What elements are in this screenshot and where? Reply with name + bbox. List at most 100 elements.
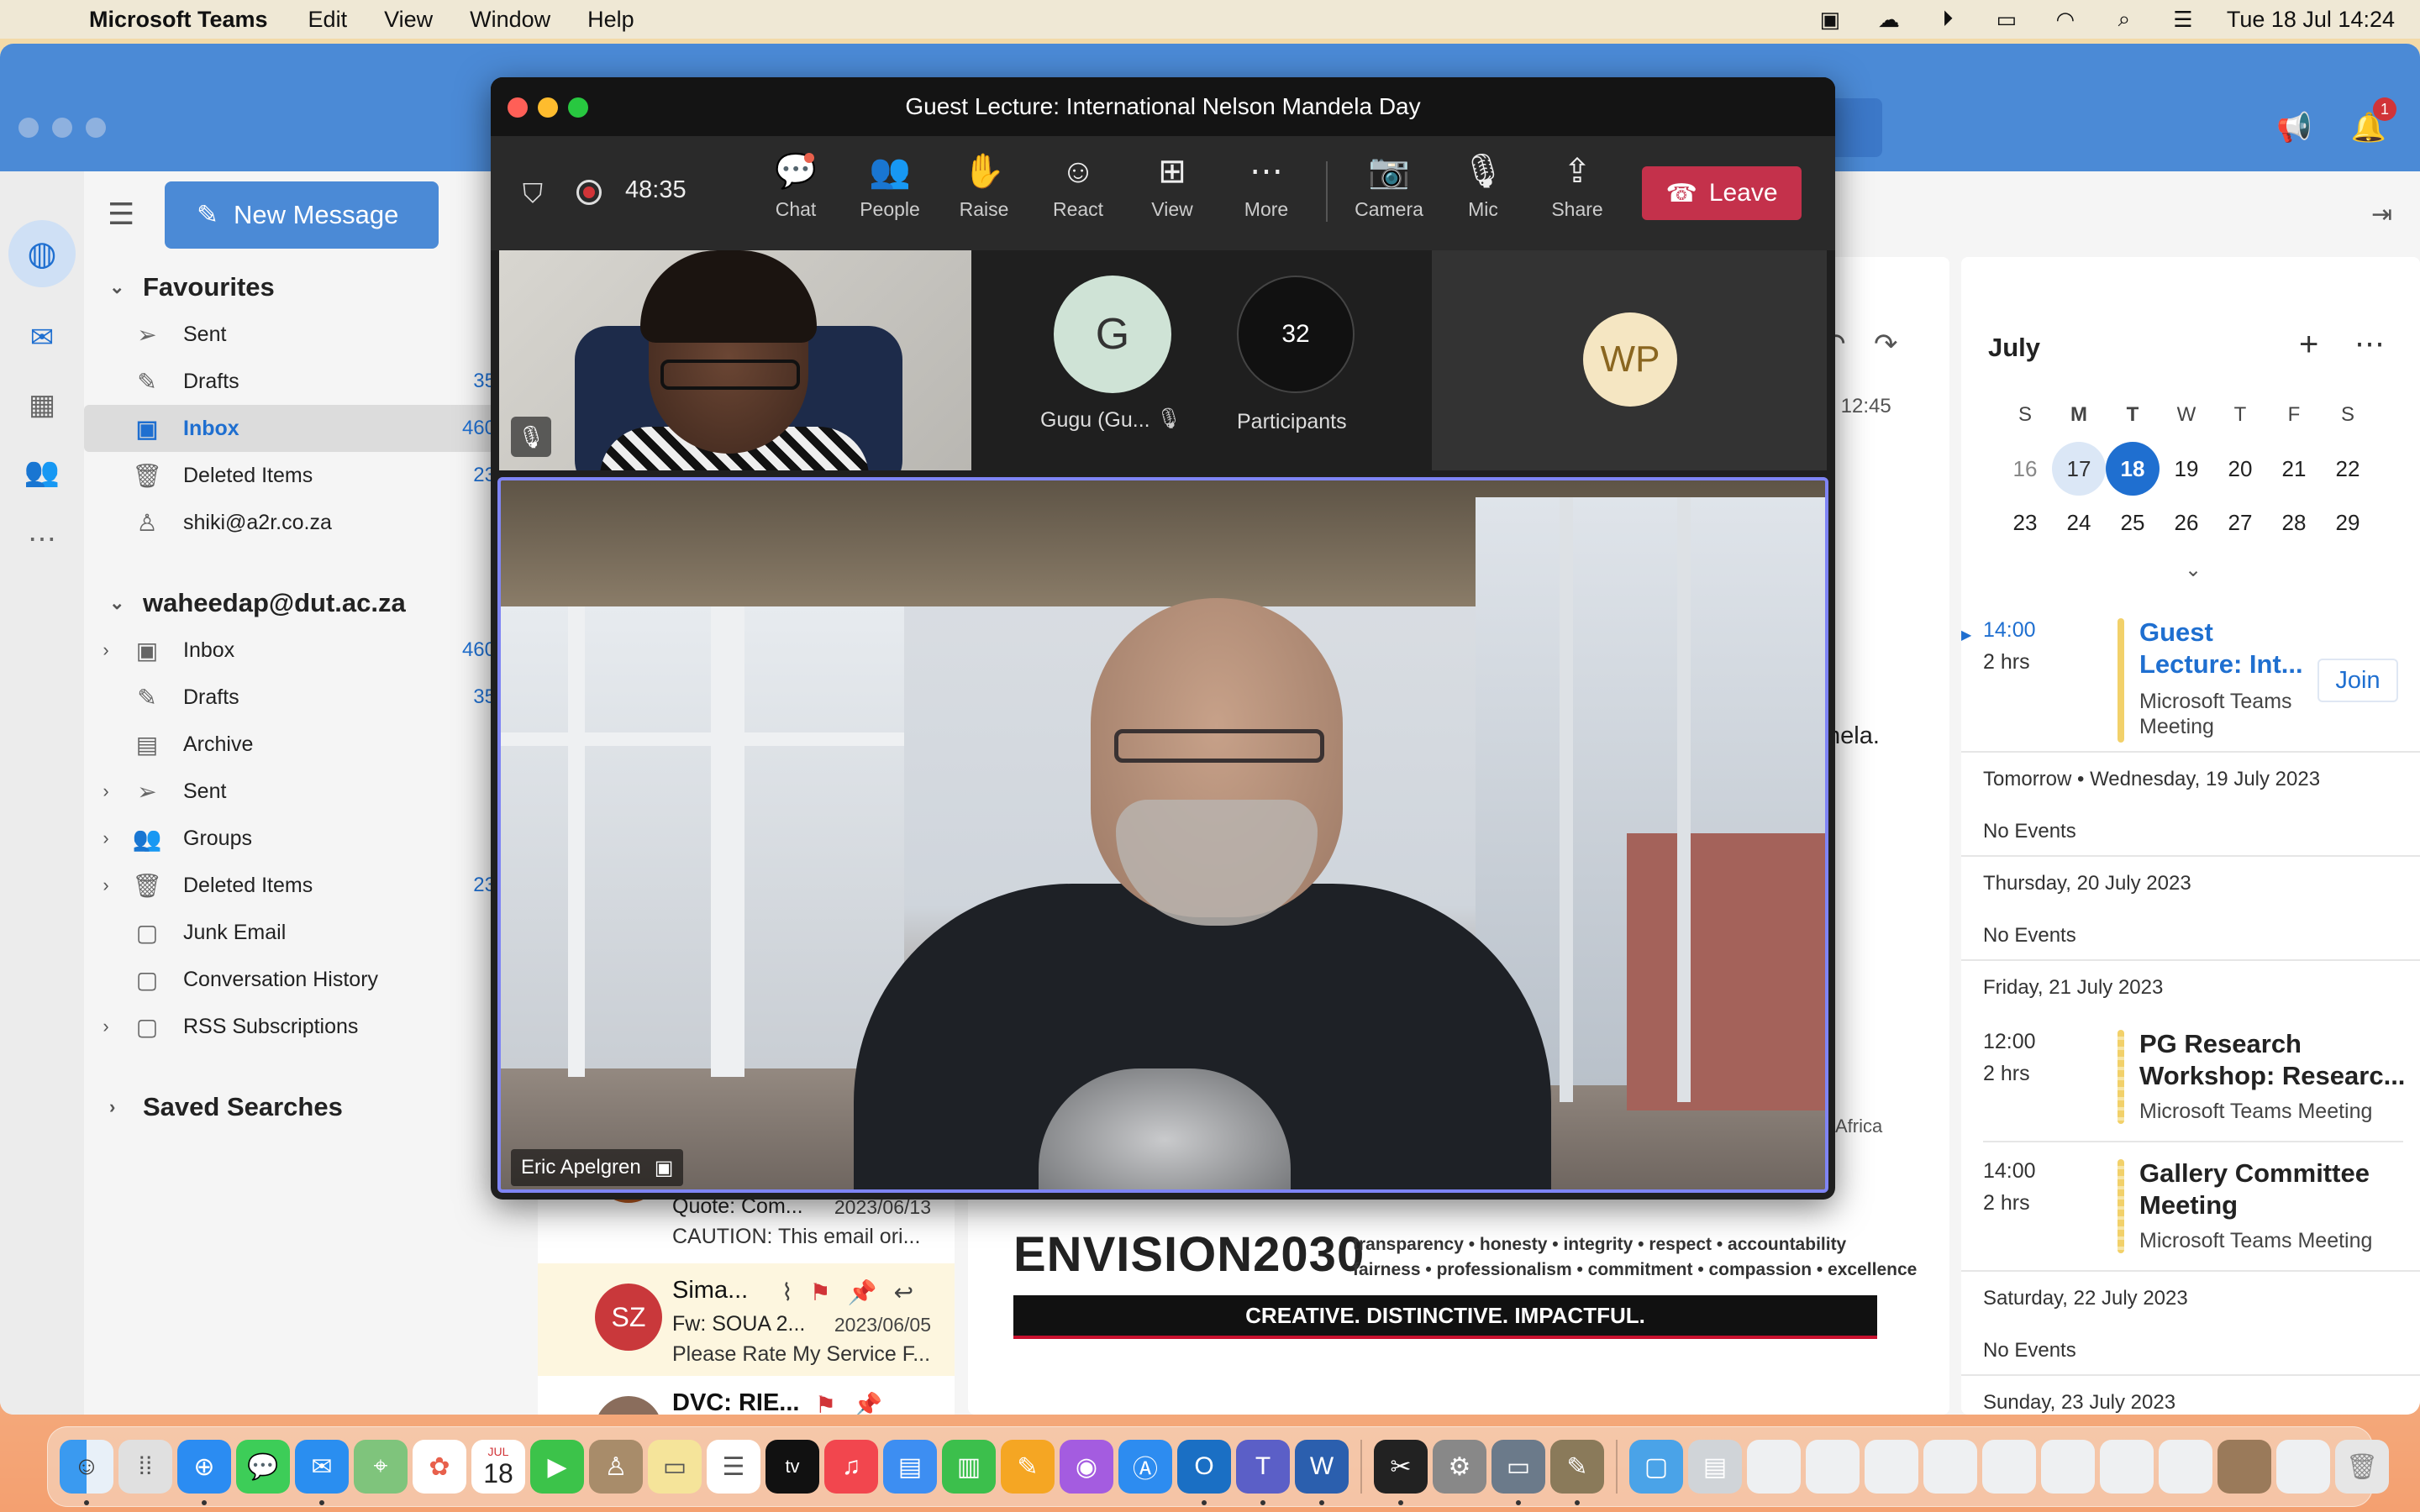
image-thumbnail-icon[interactable]: [2217, 1440, 2271, 1494]
folder-fav-shiki[interactable]: ♙ shiki@a2r.co.za: [84, 499, 496, 546]
calendar-day[interactable]: 25: [2106, 496, 2160, 549]
participant-video-tile[interactable]: 🎙: [499, 250, 971, 470]
teams-icon[interactable]: T: [1236, 1440, 1290, 1505]
facetime-icon[interactable]: ▶: [530, 1440, 584, 1494]
trash-icon[interactable]: 🗑: [2335, 1440, 2389, 1494]
finder-icon[interactable]: ☺: [60, 1440, 113, 1505]
saved-searches-header[interactable]: › Saved Searches: [84, 1084, 496, 1131]
new-message-button[interactable]: ✎ New Message: [165, 181, 439, 249]
menu-clock[interactable]: Tue 18 Jul 14:24: [2227, 7, 2395, 33]
battery-icon[interactable]: ▭: [1991, 7, 2022, 32]
teams-close-button[interactable]: [508, 97, 528, 118]
play-circle-icon[interactable]: ⏵: [1933, 6, 1963, 31]
document-thumbnail-icon[interactable]: [2159, 1440, 2212, 1494]
messages-icon[interactable]: 💬: [236, 1440, 290, 1494]
feedback-megaphone-icon[interactable]: 📢: [2276, 111, 2312, 144]
flag-icon[interactable]: ⚑: [810, 1278, 831, 1306]
favourites-header[interactable]: ⌄ Favourites: [84, 264, 496, 311]
participant-tile[interactable]: WP: [1432, 250, 1827, 470]
react-button[interactable]: ☺ React: [1038, 150, 1118, 221]
pin-icon[interactable]: 📌: [848, 1278, 877, 1306]
calendar-day[interactable]: 23: [1998, 496, 2052, 549]
list-item[interactable]: SZ Sima... ⌇ ⚑ 📌 ↩ Fw: SOUA 2... 2023/06…: [538, 1263, 955, 1376]
folder-fav-inbox[interactable]: ▣ Inbox 460: [84, 405, 496, 452]
notes-icon[interactable]: ▭: [648, 1440, 702, 1494]
hamburger-menu-icon[interactable]: ☰: [108, 197, 134, 232]
window-thumbnail-icon[interactable]: [2276, 1440, 2330, 1494]
search-icon[interactable]: ⌕: [2109, 6, 2139, 31]
calendar-app-icon[interactable]: JUL 18: [471, 1440, 525, 1494]
music-icon[interactable]: ♫: [824, 1440, 878, 1494]
word-icon[interactable]: W: [1295, 1440, 1349, 1505]
folder-rss[interactable]: › ▢ RSS Subscriptions: [84, 1003, 496, 1050]
folder-drafts[interactable]: ✎ Drafts 35: [84, 674, 496, 721]
more-options-icon[interactable]: ⋯: [2354, 326, 2385, 361]
chevron-right-icon[interactable]: ›: [84, 874, 128, 896]
mail-icon[interactable]: ✉: [18, 314, 66, 361]
menu-edit[interactable]: Edit: [308, 7, 348, 33]
folder-sent[interactable]: › ➢ Sent: [84, 768, 496, 815]
outlook-minimize-button[interactable]: [52, 118, 72, 138]
more-apps-icon[interactable]: ⋯: [18, 516, 66, 563]
app-menu[interactable]: Microsoft Teams: [89, 7, 268, 33]
chevron-right-icon[interactable]: ›: [84, 639, 128, 661]
tv-icon[interactable]: tv: [765, 1440, 819, 1494]
document-thumbnail-icon[interactable]: [1982, 1440, 2036, 1494]
recording-icon[interactable]: [576, 180, 602, 205]
account-header[interactable]: ⌄ waheedap@dut.ac.za: [84, 580, 496, 627]
globe-icon[interactable]: ◍: [8, 220, 76, 287]
expand-pane-icon[interactable]: ⇥: [2371, 200, 2392, 229]
chat-button[interactable]: 💬 Chat: [755, 150, 836, 221]
folder-junk[interactable]: ▢ Junk Email: [84, 909, 496, 956]
calendar-day[interactable]: 18: [2106, 442, 2160, 496]
stack-icon[interactable]: ▤: [1688, 1440, 1742, 1494]
photos-icon[interactable]: ✿: [413, 1440, 466, 1494]
shield-icon[interactable]: ⛉: [523, 178, 543, 210]
notifications-bell-icon[interactable]: 🔔 1: [2351, 97, 2396, 144]
leave-button[interactable]: ☎ Leave: [1642, 166, 1802, 220]
folder-groups[interactable]: › 👥 Groups: [84, 815, 496, 862]
launchpad-icon[interactable]: ⁞⁞: [118, 1440, 172, 1494]
document-thumbnail-icon[interactable]: [1923, 1440, 1977, 1494]
forward-icon[interactable]: ↷: [1874, 328, 1898, 361]
menu-window[interactable]: Window: [470, 7, 550, 33]
camera-button[interactable]: 📷 Camera: [1349, 150, 1429, 221]
calendar-day[interactable]: 24: [2052, 496, 2106, 549]
mail-app-icon[interactable]: ✉: [295, 1440, 349, 1505]
list-item[interactable]: DVC: RIE... ⚑ 📌: [538, 1376, 955, 1415]
calendar-day[interactable]: 17: [2052, 442, 2106, 496]
document-thumbnail-icon[interactable]: [1806, 1440, 1860, 1494]
outlook-icon[interactable]: O: [1177, 1440, 1231, 1505]
folder-fav-drafts[interactable]: ✎ Drafts 35: [84, 358, 496, 405]
system-settings-icon[interactable]: ⚙: [1433, 1440, 1486, 1494]
chevron-right-icon[interactable]: ›: [84, 780, 128, 802]
raise-hand-button[interactable]: ✋ Raise: [944, 150, 1024, 221]
calendar-day[interactable]: 16: [1998, 442, 2052, 496]
control-center-icon[interactable]: ☰: [2168, 7, 2198, 32]
calendar-day[interactable]: 21: [2267, 442, 2321, 496]
pages-icon[interactable]: ✎: [1001, 1440, 1055, 1494]
people-button[interactable]: 👥 People: [850, 150, 930, 221]
maps-icon[interactable]: ⌖: [354, 1440, 408, 1494]
join-button[interactable]: Join: [2317, 659, 2398, 702]
screen-capture-icon[interactable]: ▭: [1491, 1440, 1545, 1505]
more-button[interactable]: ⋯ More: [1226, 150, 1307, 221]
reminders-icon[interactable]: ☰: [707, 1440, 760, 1494]
gimp-icon[interactable]: ✎: [1550, 1440, 1604, 1505]
participant-avatar[interactable]: G: [1054, 276, 1171, 393]
chevron-down-icon[interactable]: ⌄: [2185, 558, 2202, 582]
cloud-icon[interactable]: ☁: [1874, 7, 1904, 32]
calendar-day[interactable]: 26: [2160, 496, 2213, 549]
menu-help[interactable]: Help: [587, 7, 634, 33]
flag-icon[interactable]: ⚑: [815, 1391, 836, 1415]
calendar-day[interactable]: 22: [2321, 442, 2375, 496]
folder-archive[interactable]: ▤ Archive: [84, 721, 496, 768]
document-thumbnail-icon[interactable]: [2041, 1440, 2095, 1494]
document-thumbnail-icon[interactable]: [2100, 1440, 2154, 1494]
calendar-day[interactable]: 27: [2213, 496, 2267, 549]
calendar-icon[interactable]: ▦: [18, 381, 66, 428]
calendar-day[interactable]: 28: [2267, 496, 2321, 549]
podcasts-icon[interactable]: ◉: [1060, 1440, 1113, 1494]
keynote-icon[interactable]: ▤: [883, 1440, 937, 1494]
add-event-icon[interactable]: +: [2299, 326, 2318, 364]
